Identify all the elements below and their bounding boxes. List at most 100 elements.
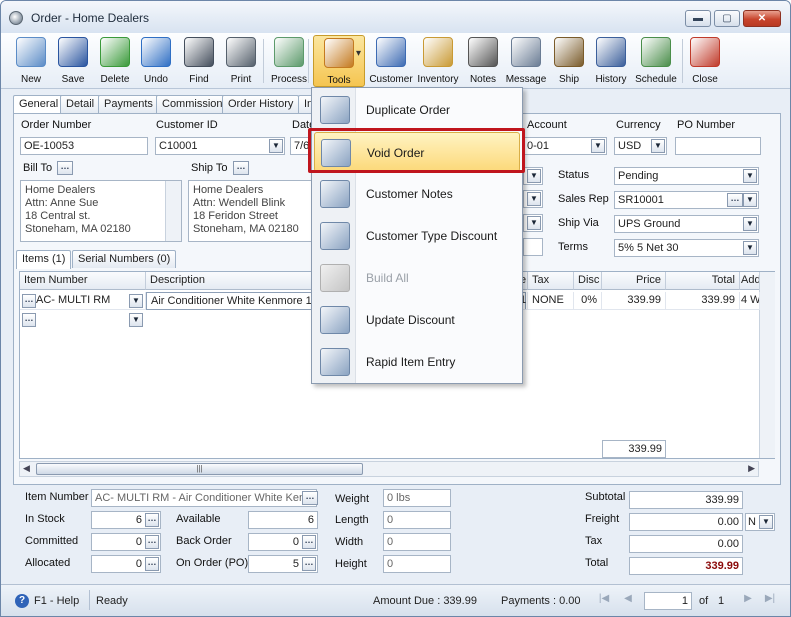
status-dropdown[interactable]: ▼ (743, 169, 757, 183)
scroll-thumb[interactable]: ||| (36, 463, 363, 475)
menu-item-duplicate-order[interactable]: Duplicate Order (314, 90, 520, 130)
ship-to-address[interactable]: Home Dealers Attn: Wendell Blink 18 Feri… (188, 180, 313, 242)
toolbar-undo-button[interactable]: Undo (138, 35, 174, 87)
column-price[interactable]: Price (602, 272, 666, 290)
toolbar-label: Close (692, 74, 718, 85)
ship-to-lookup-button[interactable]: … (233, 161, 249, 175)
terms-dropdown[interactable]: ▼ (743, 241, 757, 255)
toolbar-close-button[interactable]: Close (687, 35, 723, 87)
menu-item-rapid-item-entry[interactable]: Rapid Item Entry (314, 342, 520, 382)
tab-serial-numbers[interactable]: Serial Numbers (0) (72, 250, 177, 268)
toolbar-message-button[interactable]: Message (505, 35, 547, 87)
terms-field[interactable]: 5% 5 Net 30 (614, 239, 759, 257)
column-add[interactable]: Add (740, 272, 760, 290)
hidden-dropdown-1[interactable]: ▼ (527, 169, 541, 183)
help-text[interactable]: F1 - Help (34, 595, 79, 607)
currency-dropdown[interactable]: ▼ (651, 139, 665, 153)
toolbar-ship-button[interactable]: Ship (551, 35, 587, 87)
title-bar[interactable]: Order - Home Dealers ▬ ▢ ✕ (1, 1, 790, 33)
status-field[interactable]: Pending (614, 167, 759, 185)
tab-commission[interactable]: Commission (156, 95, 229, 113)
row1-tax[interactable]: NONE (528, 292, 574, 310)
freight-field[interactable]: 0.00 (629, 513, 743, 531)
minimize-button[interactable]: ▬ (685, 10, 711, 27)
back-order-lookup-button[interactable]: … (302, 535, 316, 549)
order-number-field[interactable]: OE-10053 (20, 137, 148, 155)
menu-item-update-discount[interactable]: Update Discount (314, 300, 520, 340)
toolbar-notes-button[interactable]: Notes (465, 35, 501, 87)
hidden-dropdown-2[interactable]: ▼ (527, 192, 541, 206)
weight-field[interactable]: 0 lbs (383, 489, 451, 507)
next-page-icon[interactable]: ▶ (739, 593, 757, 609)
hidden-dropdown-3[interactable]: ▼ (527, 216, 541, 230)
bill-to-lookup-button[interactable]: … (57, 161, 73, 175)
row1-add[interactable]: 4 W (740, 292, 760, 310)
bill-to-scrollbar[interactable] (165, 181, 181, 241)
tab-general[interactable]: General (13, 95, 65, 114)
ship-via-field[interactable]: UPS Ground (614, 215, 759, 233)
tab-items[interactable]: Items (1) (16, 250, 72, 269)
menu-item-customer-notes[interactable]: Customer Notes (314, 174, 520, 214)
maximize-button[interactable]: ▢ (714, 10, 740, 27)
width-field[interactable]: 0 (383, 533, 451, 551)
column-total[interactable]: Total (666, 272, 740, 290)
customer-id-dropdown[interactable]: ▼ (269, 139, 283, 153)
available-label: Available (176, 513, 221, 525)
last-page-icon[interactable]: ▶| (761, 593, 779, 609)
row1-item-number[interactable]: AC- MULTI RM (20, 292, 146, 310)
new-row-lookup-button[interactable]: … (22, 313, 36, 327)
tab-payments[interactable]: Payments (98, 95, 159, 113)
bill-to-address[interactable]: Home Dealers Attn: Anne Sue 18 Central s… (20, 180, 182, 242)
toolbar-delete-button[interactable]: Delete (97, 35, 133, 87)
committed-lookup-button[interactable]: … (145, 535, 159, 549)
tab-order-history[interactable]: Order History (222, 95, 300, 113)
toolbar-tools-button[interactable]: Tools ▾ (313, 35, 365, 87)
row1-item-dropdown[interactable]: ▼ (129, 294, 143, 308)
account-dropdown[interactable]: ▼ (591, 139, 605, 153)
toolbar-process-button[interactable]: Process (269, 35, 309, 87)
first-page-icon[interactable]: |◀ (595, 593, 613, 609)
in-stock-lookup-button[interactable]: … (145, 513, 159, 527)
length-field[interactable]: 0 (383, 511, 451, 529)
toolbar-inventory-button[interactable]: Inventory (415, 35, 461, 87)
grid-horizontal-scrollbar[interactable]: ◀ ||| ▶ (19, 461, 759, 477)
toolbar-print-button[interactable]: Print (223, 35, 259, 87)
scroll-left-icon[interactable]: ◀ (23, 463, 30, 474)
tab-detail[interactable]: Detail (60, 95, 101, 113)
tools-dropdown-arrow-icon[interactable]: ▾ (356, 48, 361, 59)
grid-vertical-scrollbar[interactable] (759, 272, 775, 458)
scroll-right-icon[interactable]: ▶ (748, 463, 755, 474)
column-item-number[interactable]: Item Number (20, 272, 146, 290)
item-number-field[interactable]: AC- MULTI RM - Air Conditioner White Ken… (91, 489, 317, 507)
toolbar-new-button[interactable]: New (13, 35, 49, 87)
column-disc[interactable]: Disc (574, 272, 602, 290)
column-tax[interactable]: Tax (528, 272, 574, 290)
in-stock-label: In Stock (25, 513, 65, 525)
sales-rep-dropdown[interactable]: ▼ (743, 193, 757, 207)
toolbar-save-button[interactable]: Save (56, 35, 90, 87)
row1-total[interactable]: 339.99 (666, 292, 740, 310)
help-icon[interactable]: ? (15, 594, 29, 608)
on-order-lookup-button[interactable]: … (302, 557, 316, 571)
ship-via-dropdown[interactable]: ▼ (743, 217, 757, 231)
hidden-field-4[interactable] (523, 238, 543, 256)
sales-rep-lookup-button[interactable]: … (727, 193, 743, 207)
row1-disc[interactable]: 0% (574, 292, 602, 310)
menu-item-customer-type-discount[interactable]: Customer Type Discount (314, 216, 520, 256)
row1-item-lookup-button[interactable]: … (22, 294, 36, 308)
height-field[interactable]: 0 (383, 555, 451, 573)
row1-price[interactable]: 339.99 (602, 292, 666, 310)
page-number-field[interactable]: 1 (644, 592, 692, 610)
toolbar-find-button[interactable]: Find (181, 35, 217, 87)
item-number-lookup-button[interactable]: … (302, 491, 318, 505)
toolbar-history-button[interactable]: History (591, 35, 631, 87)
freight-code-dropdown[interactable]: ▼ (759, 515, 773, 529)
new-row-dropdown[interactable]: ▼ (129, 313, 143, 327)
close-window-button[interactable]: ✕ (743, 10, 781, 27)
previous-page-icon[interactable]: ◀ (619, 593, 637, 609)
po-number-field[interactable] (675, 137, 761, 155)
toolbar-customer-button[interactable]: Customer (369, 35, 413, 87)
customer-id-field[interactable]: C10001 (155, 137, 285, 155)
allocated-lookup-button[interactable]: … (145, 557, 159, 571)
toolbar-schedule-button[interactable]: Schedule (634, 35, 678, 87)
